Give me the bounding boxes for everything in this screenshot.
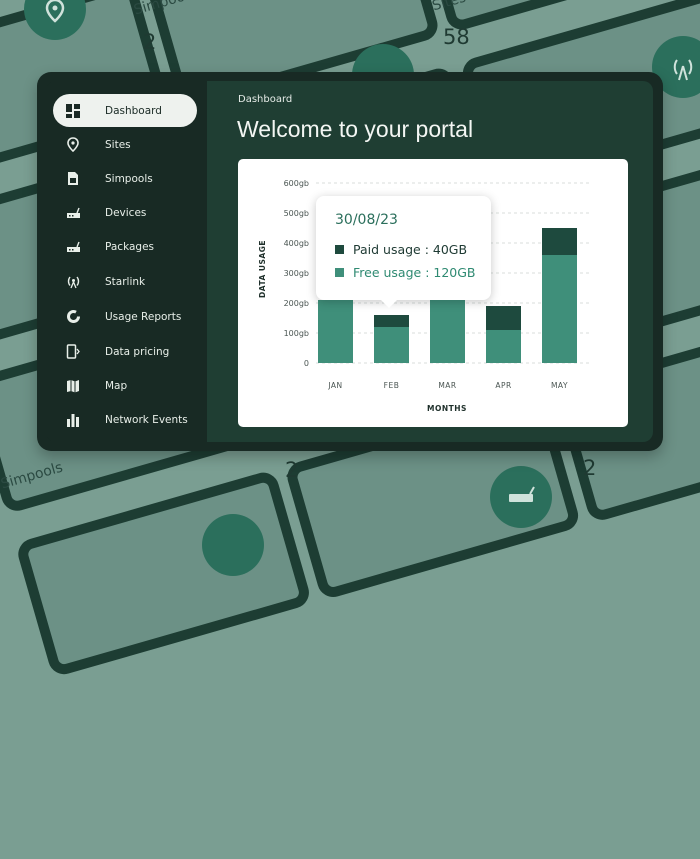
y-tick-label: 100gb bbox=[284, 329, 309, 338]
bg-card bbox=[14, 468, 313, 678]
bar-chart-icon bbox=[65, 412, 81, 428]
bg-card-value: 2 bbox=[583, 456, 597, 480]
sidebar-item-label: Packages bbox=[105, 240, 154, 253]
bg-circle bbox=[202, 514, 264, 576]
tooltip-date: 30/08/23 bbox=[335, 212, 398, 228]
x-tick-label: MAR bbox=[438, 381, 456, 390]
y-tick-label: 300gb bbox=[284, 269, 309, 278]
map-icon bbox=[65, 378, 81, 394]
antenna-icon bbox=[65, 274, 81, 290]
y-tick-label: 0 bbox=[304, 359, 309, 368]
chart-tooltip: 30/08/23 Paid usage : 40GB Free usage : … bbox=[316, 196, 491, 308]
usage-chart-card: 0 100gb 200gb 300gb 400gb 500gb 600gb JAN FEB MA… bbox=[238, 159, 628, 427]
sidebar-item-sites[interactable]: Sites bbox=[53, 128, 197, 161]
x-tick-label: JAN bbox=[327, 381, 342, 390]
bg-card-value: 2 bbox=[143, 30, 157, 54]
router-icon bbox=[65, 239, 81, 255]
sidebar: Dashboard Sites Simpools Devices Package… bbox=[46, 81, 206, 442]
sidebar-item-label: Usage Reports bbox=[105, 310, 182, 323]
sidebar-item-label: Starlink bbox=[105, 275, 146, 288]
free-swatch bbox=[335, 268, 344, 277]
dashboard-icon bbox=[65, 103, 81, 119]
page-title: Welcome to your portal bbox=[237, 116, 474, 142]
bar-paid-usage[interactable] bbox=[542, 228, 577, 255]
sidebar-item-dashboard[interactable]: Dashboard bbox=[53, 94, 197, 127]
phone-data-icon bbox=[65, 344, 81, 360]
y-tick-label: 600gb bbox=[284, 179, 309, 188]
sidebar-item-network-events[interactable]: Network Events bbox=[53, 403, 197, 436]
bar-paid-usage[interactable] bbox=[486, 306, 521, 330]
bg-card-value: 58 bbox=[443, 25, 470, 49]
x-tick-label: APR bbox=[495, 381, 511, 390]
main-content: Dashboard Welcome to your portal 0 100gb 2… bbox=[207, 81, 653, 442]
bar-free-usage[interactable] bbox=[318, 300, 353, 363]
bar-free-usage[interactable] bbox=[542, 255, 577, 363]
y-tick-label: 500gb bbox=[284, 209, 309, 218]
sidebar-item-devices[interactable]: Devices bbox=[53, 196, 197, 229]
location-pin-icon bbox=[24, 0, 86, 40]
x-tick-label: FEB bbox=[384, 381, 400, 390]
location-pin-icon bbox=[65, 137, 81, 153]
bar-free-usage[interactable] bbox=[486, 330, 521, 363]
sidebar-item-data-pricing[interactable]: Data pricing bbox=[53, 335, 197, 368]
bg-card-value: 2 bbox=[285, 458, 299, 482]
sidebar-item-starlink[interactable]: Starlink bbox=[53, 265, 197, 298]
router-icon bbox=[490, 466, 552, 528]
tooltip-free-row: Free usage : 120GB bbox=[335, 265, 476, 280]
tooltip-free-text: Free usage : 120GB bbox=[353, 265, 476, 280]
router-icon bbox=[65, 205, 81, 221]
bar-paid-usage[interactable] bbox=[374, 315, 409, 327]
breadcrumb[interactable]: Dashboard bbox=[238, 94, 292, 105]
y-tick-label: 200gb bbox=[284, 299, 309, 308]
x-axis-label: MONTHS bbox=[427, 404, 467, 413]
tooltip-paid-text: Paid usage : 40GB bbox=[353, 242, 468, 257]
bar-free-usage[interactable] bbox=[374, 327, 409, 363]
sidebar-item-label: Sites bbox=[105, 138, 131, 151]
sidebar-item-label: Map bbox=[105, 379, 128, 392]
bar-free-usage[interactable] bbox=[430, 300, 465, 363]
x-tick-label: MAY bbox=[551, 381, 568, 390]
sidebar-item-label: Devices bbox=[105, 206, 147, 219]
sidebar-item-map[interactable]: Map bbox=[53, 369, 197, 402]
y-tick-label: 400gb bbox=[284, 239, 309, 248]
sidebar-item-label: Simpools bbox=[105, 172, 153, 185]
sim-card-icon bbox=[65, 171, 81, 187]
donut-icon bbox=[65, 309, 81, 325]
sidebar-item-label: Data pricing bbox=[105, 345, 170, 358]
sidebar-item-usage-reports[interactable]: Usage Reports bbox=[53, 300, 197, 333]
sidebar-item-label: Dashboard bbox=[105, 104, 162, 117]
sidebar-item-packages[interactable]: Packages bbox=[53, 230, 197, 263]
tooltip-paid-row: Paid usage : 40GB bbox=[335, 242, 467, 257]
y-axis-label: DATA USAGE bbox=[258, 240, 267, 298]
sidebar-item-label: Network Events bbox=[105, 413, 188, 426]
sidebar-item-simpools[interactable]: Simpools bbox=[53, 162, 197, 195]
paid-swatch bbox=[335, 245, 344, 254]
